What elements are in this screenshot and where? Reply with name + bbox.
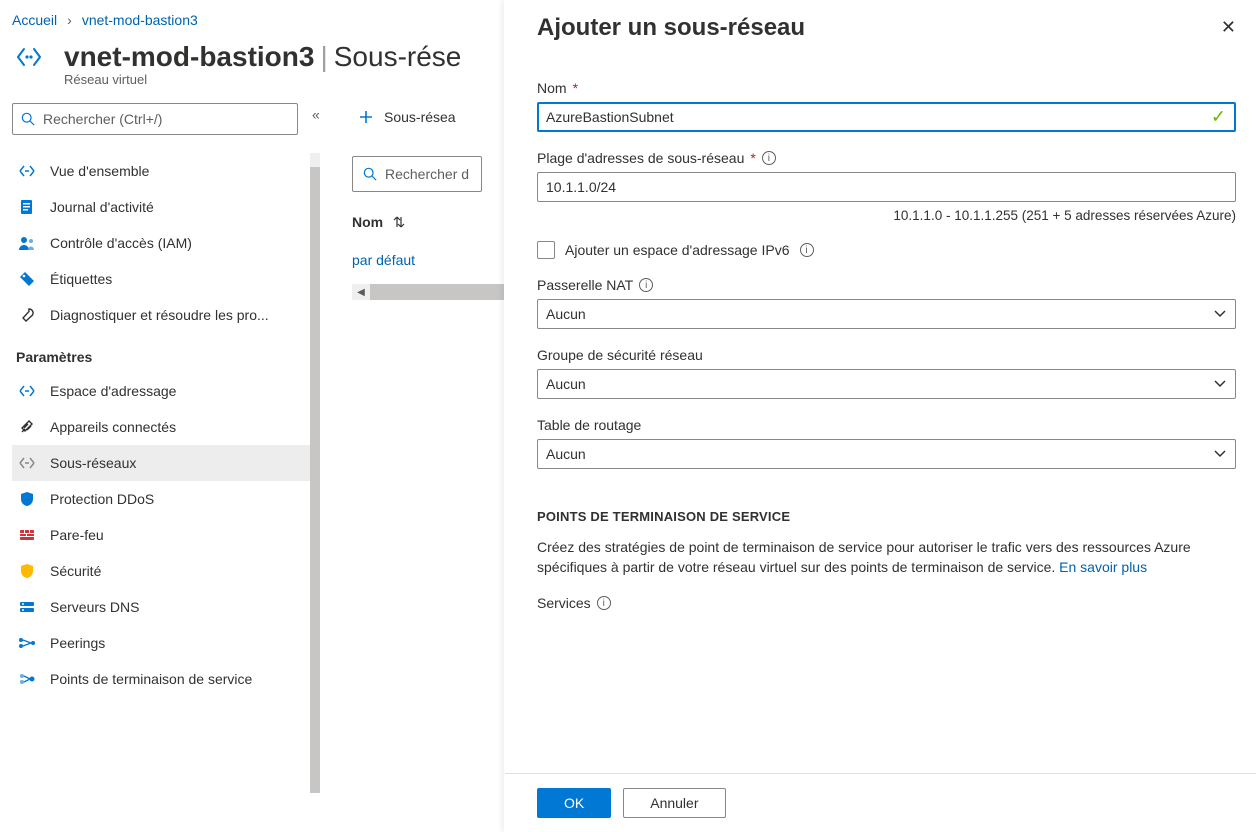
sidebar-search[interactable]: Rechercher (Ctrl+/) [12,103,298,135]
add-subnet-button[interactable]: Sous-résea [352,105,462,129]
sort-icon[interactable] [393,215,405,229]
search-icon [363,167,377,181]
sidebar-item-label: Sous-réseaux [50,455,136,471]
info-icon[interactable]: i [597,596,611,610]
sidebar-item-label: Contrôle d'accès (IAM) [50,235,192,251]
routetable-label: Table de routage [537,417,1236,433]
sidebar-item-iam[interactable]: Contrôle d'accès (IAM) [12,225,320,261]
subnets-icon [18,454,36,472]
ipv6-checkbox[interactable]: Ajouter un espace d'adressage IPv6 i [537,241,1236,259]
name-label: Nom* [537,80,1236,96]
sidebar-item-label: Protection DDoS [50,491,154,507]
info-icon[interactable]: i [639,278,653,292]
nsg-label: Groupe de sécurité réseau [537,347,1236,363]
subnet-link[interactable]: par défaut [352,252,415,268]
vnet-icon [12,40,46,74]
shield-icon [18,490,36,508]
range-input[interactable] [537,172,1236,202]
subnet-search[interactable]: Rechercher d [352,156,482,192]
chevron-right-icon: › [67,12,72,28]
range-hint: 10.1.1.0 - 10.1.1.255 (251 + 5 adresses … [537,208,1236,223]
service-endpoint-icon [18,670,36,688]
sidebar-item-label: Pare-feu [50,527,104,543]
security-icon [18,562,36,580]
sidebar-item-label: Peerings [50,635,105,651]
sidebar-item-label: Sécurité [50,563,101,579]
breadcrumb-current[interactable]: vnet-mod-bastion3 [82,12,198,28]
sidebar-item-label: Journal d'activité [50,199,154,215]
collapse-sidebar-icon[interactable]: » [312,109,320,125]
sidebar-item-label: Serveurs DNS [50,599,139,615]
sidebar-item-security[interactable]: Sécurité [12,553,320,589]
log-icon [18,198,36,216]
tag-icon [18,270,36,288]
firewall-icon [18,526,36,544]
check-icon: ✓ [1211,107,1226,128]
people-icon [18,234,36,252]
service-endpoints-heading: POINTS DE TERMINAISON DE SERVICE [537,509,1236,524]
col-name[interactable]: Nom [352,214,383,230]
service-endpoints-description: Créez des stratégies de point de termina… [537,538,1236,577]
scroll-left-icon[interactable]: ◀ [352,284,370,300]
services-label: Services i [537,595,1236,611]
sidebar-item-service-endpoints[interactable]: Points de terminaison de service [12,661,320,697]
close-icon[interactable]: ✕ [1221,18,1236,36]
ipv6-label: Ajouter un espace d'adressage IPv6 [565,242,790,258]
sidebar-item-label: Étiquettes [50,271,112,287]
sidebar-item-subnets[interactable]: Sous-réseaux [12,445,320,481]
plug-icon [18,418,36,436]
sidebar-item-tags[interactable]: Étiquettes [12,261,320,297]
add-subnet-blade: Ajouter un sous-réseau ✕ Nom* ✓ Plage d'… [504,0,1256,832]
sidebar-item-label: Espace d'adressage [50,383,176,399]
sidebar-item-connected-devices[interactable]: Appareils connectés [12,409,320,445]
sidebar-section-settings: Paramètres [12,333,320,373]
sidebar-item-overview[interactable]: Vue d'ensemble [12,153,320,189]
add-subnet-label: Sous-résea [384,109,456,125]
info-icon[interactable]: i [762,151,776,165]
subnet-search-placeholder: Rechercher d [385,166,469,182]
routetable-select[interactable] [537,439,1236,469]
sidebar-item-activity-log[interactable]: Journal d'activité [12,189,320,225]
address-space-icon [18,382,36,400]
vnet-small-icon [18,162,36,180]
nat-label: Passerelle NAT i [537,277,1236,293]
sidebar-item-label: Diagnostiquer et résoudre les pro... [50,307,269,323]
sidebar-item-label: Points de terminaison de service [50,671,252,687]
sidebar-item-dns[interactable]: Serveurs DNS [12,589,320,625]
name-input[interactable] [537,102,1236,132]
sidebar-search-placeholder: Rechercher (Ctrl+/) [43,111,162,127]
nat-select[interactable] [537,299,1236,329]
sidebar-item-peerings[interactable]: Peerings [12,625,320,661]
range-label: Plage d'adresses de sous-réseau* i [537,150,1236,166]
dns-icon [18,598,36,616]
ok-button[interactable]: OK [537,788,611,818]
peerings-icon [18,634,36,652]
checkbox-icon [537,241,555,259]
cancel-button[interactable]: Annuler [623,788,725,818]
sidebar: Rechercher (Ctrl+/) » Vue d'ensemble Jou… [0,87,320,809]
nsg-select[interactable] [537,369,1236,399]
blade-title: Ajouter un sous-réseau [537,14,805,42]
sidebar-scrollbar-up[interactable] [310,153,320,167]
breadcrumb-home[interactable]: Accueil [12,12,57,28]
wrench-icon [18,306,36,324]
sidebar-item-ddos[interactable]: Protection DDoS [12,481,320,517]
search-icon [21,112,35,126]
sidebar-item-label: Appareils connectés [50,419,176,435]
learn-more-link[interactable]: En savoir plus [1059,559,1147,575]
sidebar-item-firewall[interactable]: Pare-feu [12,517,320,553]
sidebar-item-diagnose[interactable]: Diagnostiquer et résoudre les pro... [12,297,320,333]
sidebar-item-address-space[interactable]: Espace d'adressage [12,373,320,409]
sidebar-scrollbar-thumb[interactable] [310,167,320,793]
info-icon[interactable]: i [800,243,814,257]
blade-footer: OK Annuler [505,773,1256,832]
plus-icon [358,109,374,125]
sidebar-item-label: Vue d'ensemble [50,163,149,179]
page-title: vnet-mod-bastion3|Sous-rése [64,41,461,73]
